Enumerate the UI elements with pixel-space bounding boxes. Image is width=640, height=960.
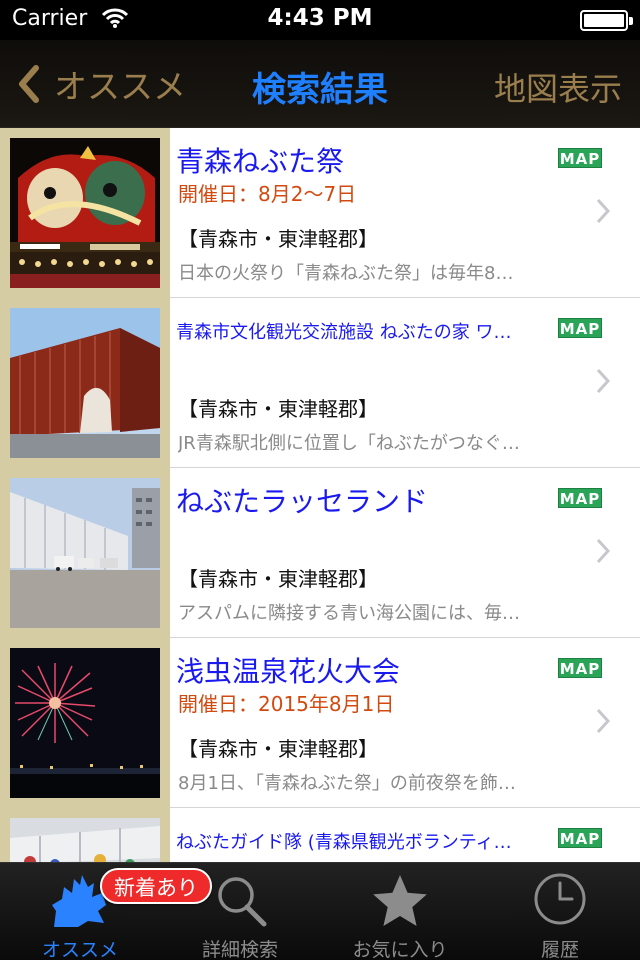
item-description: 8月1日、「青森ねぶた祭」の前夜祭を飾…: [178, 773, 516, 794]
item-title: 青森ねぶた祭: [176, 145, 345, 178]
tab-label: オススメ: [41, 939, 118, 960]
item-date: 開催日：2015年8月1日: [178, 692, 395, 716]
status-time: 4:43 PM: [267, 5, 373, 31]
navigation-bar: オススメ 検索結果 地図表示: [0, 40, 640, 128]
list-item[interactable]: 浅虫温泉花火大会 開催日：2015年8月1日 【青森市・東津軽郡】 8月1日、「…: [0, 638, 640, 808]
item-area: 【青森市・東津軽郡】: [178, 567, 378, 591]
chevron-right-icon: [596, 368, 610, 394]
item-description: 日本の火祭り「青森ねぶた祭」は毎年8…: [178, 263, 514, 284]
item-title: 青森市文化観光交流施設 ねぶたの家 ワ…: [176, 322, 512, 343]
list-item[interactable]: ねぶたラッセランド 【青森市・東津軽郡】 アスパムに隣接する青い海公園には、毎……: [0, 468, 640, 638]
map-button[interactable]: MAP: [558, 658, 602, 678]
search-results-list[interactable]: 青森ねぶた祭 開催日：8月2〜7日 【青森市・東津軽郡】 日本の火祭り「青森ねぶ…: [0, 128, 640, 862]
magnifier-icon: [218, 877, 267, 927]
item-area: 【青森市・東津軽郡】: [178, 737, 378, 761]
item-title: ねぶたラッセランド: [176, 485, 429, 518]
item-area: 【青森市・東津軽郡】: [178, 397, 378, 421]
star-icon: [373, 875, 427, 926]
item-title: ねぶたガイド隊 (青森県観光ボランティ…: [176, 832, 512, 853]
status-bar: Carrier 4:43 PM: [0, 0, 640, 40]
tab-label: お気に入り: [352, 939, 448, 960]
chevron-right-icon: [596, 198, 610, 224]
battery-icon: [580, 10, 633, 31]
chevron-right-icon: [596, 708, 610, 734]
map-view-button[interactable]: 地図表示: [494, 64, 622, 110]
map-button[interactable]: MAP: [558, 318, 602, 338]
tab-label: 詳細検索: [201, 939, 278, 960]
thumbnail-image: [10, 818, 160, 862]
clock-icon: [534, 873, 586, 925]
item-description: アスパムに隣接する青い海公園には、毎…: [178, 603, 520, 624]
map-button[interactable]: MAP: [558, 488, 602, 508]
tab-bar: オススメ 詳細検索 お気に入り 履歴: [0, 862, 640, 960]
list-item[interactable]: 青森市文化観光交流施設 ねぶたの家 ワ… 【青森市・東津軽郡】 JR青森駅北側に…: [0, 298, 640, 468]
back-button[interactable]: オススメ: [14, 58, 186, 110]
back-button-label: オススメ: [54, 67, 186, 106]
chevron-left-icon: [19, 65, 39, 103]
map-button[interactable]: MAP: [558, 148, 602, 168]
item-description: JR青森駅北側に位置し「ねぶたがつなぐ…: [178, 433, 520, 454]
tab-favorites[interactable]: お気に入り: [320, 863, 480, 960]
item-date: 開催日：8月2〜7日: [178, 182, 357, 206]
new-arrivals-badge: 新着あり: [100, 868, 212, 904]
list-item[interactable]: ねぶたガイド隊 (青森県観光ボランティ… MAP: [0, 808, 640, 862]
thumbnail-image: [10, 308, 160, 458]
thumbnail-image: [10, 478, 160, 628]
tab-label: 履歴: [540, 939, 579, 960]
chevron-right-icon: [596, 538, 610, 564]
item-area: 【青森市・東津軽郡】: [178, 227, 378, 251]
item-title: 浅虫温泉花火大会: [176, 655, 401, 688]
map-button[interactable]: MAP: [558, 828, 602, 848]
thumbnail-image: [10, 138, 160, 288]
thumbnail-image: [10, 648, 160, 798]
tab-history[interactable]: 履歴: [480, 863, 640, 960]
list-item[interactable]: 青森ねぶた祭 開催日：8月2〜7日 【青森市・東津軽郡】 日本の火祭り「青森ねぶ…: [0, 128, 640, 298]
